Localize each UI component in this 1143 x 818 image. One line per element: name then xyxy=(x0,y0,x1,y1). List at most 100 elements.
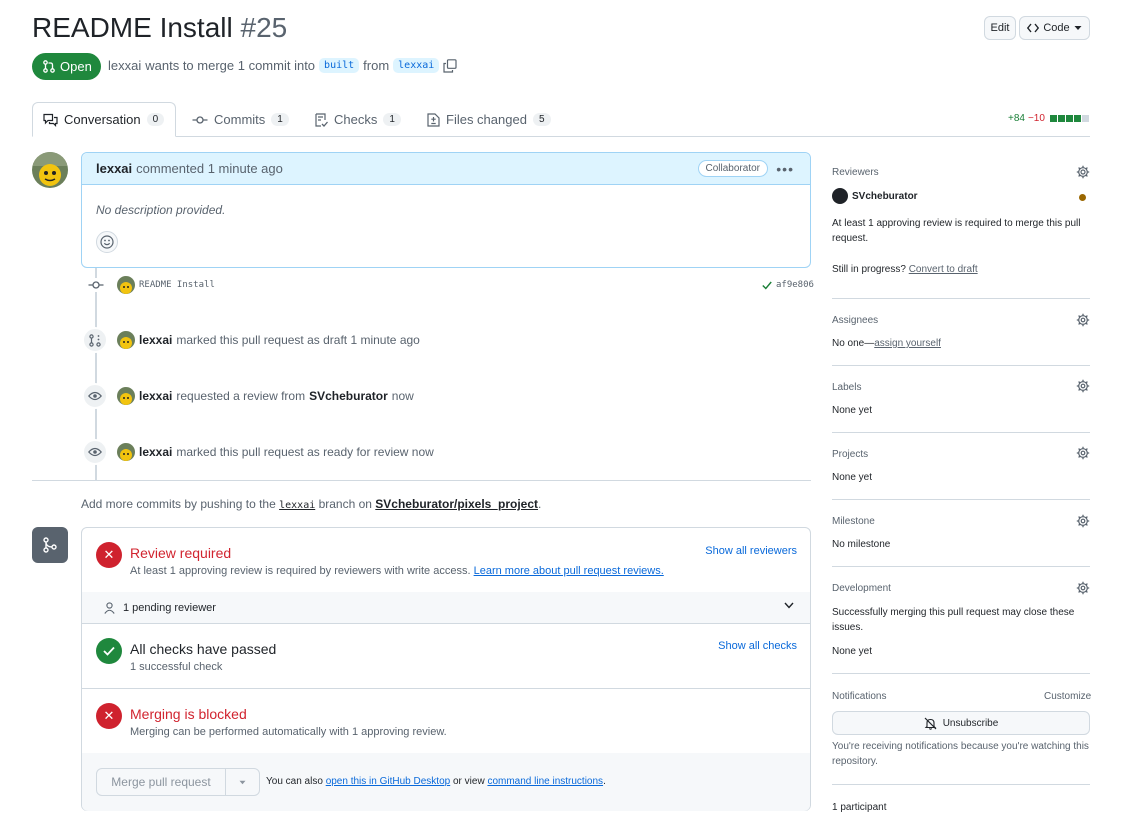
sidebar-divider xyxy=(832,566,1090,567)
tab-counter: 5 xyxy=(532,113,551,126)
assignees-value: No one—assign yourself xyxy=(832,336,941,351)
pending-review-dot-icon xyxy=(1079,194,1086,201)
event-text: marked this pull request as ready for re… xyxy=(176,445,434,459)
code-icon xyxy=(1027,23,1040,33)
unsubscribe-button[interactable]: Unsubscribe xyxy=(832,711,1090,735)
merge-box: ✕ Review required At least 1 approving r… xyxy=(81,527,811,811)
diffstat-deletions: −10 xyxy=(1027,113,1045,124)
event-target[interactable]: SVcheburator xyxy=(309,389,388,403)
learn-more-link[interactable]: Learn more about pull request reviews. xyxy=(474,565,664,577)
comment-timestamp[interactable]: commented 1 minute ago xyxy=(136,161,283,176)
labels-value: None yet xyxy=(832,405,873,416)
command-line-instructions-link[interactable]: command line instructions xyxy=(487,776,603,787)
merge-pull-request-button[interactable]: Merge pull request xyxy=(96,768,226,796)
merge-summary: lexxai wants to merge 1 commit into buil… xyxy=(108,58,457,73)
tab-commits[interactable]: Commits 1 xyxy=(182,102,299,137)
from-text: from xyxy=(363,58,390,73)
gear-icon[interactable] xyxy=(1076,313,1090,327)
code-button[interactable]: Code xyxy=(1019,16,1090,40)
chevron-down-icon[interactable] xyxy=(784,602,794,609)
comment-body: No description provided. xyxy=(96,203,226,217)
development-heading: Development xyxy=(832,583,891,594)
push-hint-branch[interactable]: lexxai xyxy=(279,500,315,511)
tab-counter: 1 xyxy=(383,113,401,126)
tab-files-changed[interactable]: Files changed 5 xyxy=(417,102,561,137)
convert-to-draft-link[interactable]: Convert to draft xyxy=(909,264,978,275)
gear-icon[interactable] xyxy=(1076,514,1090,528)
avatar[interactable] xyxy=(32,152,68,188)
check-icon[interactable] xyxy=(762,281,772,290)
repo-link[interactable]: SVcheburator/pixels_project xyxy=(375,497,538,511)
development-note: Successfully merging this pull request m… xyxy=(832,607,1075,633)
code-button-label: Code xyxy=(1043,22,1070,34)
comment-box: lexxai commented 1 minute ago Collaborat… xyxy=(81,152,811,268)
event-actor[interactable]: lexxai xyxy=(139,333,172,347)
event-text: marked this pull request as draft 1 minu… xyxy=(176,333,420,347)
state-badge-open: Open xyxy=(32,53,101,80)
pr-title: README Install xyxy=(32,12,233,43)
gear-icon[interactable] xyxy=(1076,446,1090,460)
comment-author[interactable]: lexxai xyxy=(96,161,132,176)
git-commit-icon xyxy=(88,278,104,292)
timeline-event: lexxai marked this pull request as ready… xyxy=(117,443,434,461)
diffstat: +84 −10 xyxy=(1008,113,1089,124)
draft-hint: Still in progress? Convert to draft xyxy=(832,262,978,277)
tab-conversation[interactable]: Conversation 0 xyxy=(32,102,176,137)
show-all-reviewers-button[interactable]: Show all reviewers xyxy=(705,545,797,557)
eye-icon xyxy=(82,383,108,409)
avatar xyxy=(832,188,848,204)
event-actor[interactable]: lexxai xyxy=(139,389,172,403)
add-reaction-button[interactable] xyxy=(96,231,118,253)
tab-checks[interactable]: Checks 1 xyxy=(304,102,411,137)
checklist-icon xyxy=(314,112,328,127)
diffstat-bar xyxy=(1049,115,1089,122)
event-actor[interactable]: lexxai xyxy=(139,445,172,459)
smiley-icon xyxy=(100,235,114,249)
sidebar-divider xyxy=(832,298,1090,299)
gear-icon[interactable] xyxy=(1076,379,1090,393)
avatar[interactable] xyxy=(117,387,135,405)
pr-author-link[interactable]: lexxai xyxy=(108,58,141,73)
gear-icon[interactable] xyxy=(1076,581,1090,595)
open-in-desktop-link[interactable]: open this in GitHub Desktop xyxy=(326,776,451,787)
assignees-heading: Assignees xyxy=(832,315,879,326)
assign-yourself-link[interactable]: assign yourself xyxy=(874,338,941,349)
merge-box-divider xyxy=(82,688,810,689)
show-all-checks-button[interactable]: Show all checks xyxy=(718,640,797,652)
sidebar-divider xyxy=(832,673,1090,674)
event-time[interactable]: now xyxy=(392,389,414,403)
unsubscribe-label: Unsubscribe xyxy=(942,717,999,729)
customize-link[interactable]: Customize xyxy=(1044,691,1091,702)
caret-down-icon xyxy=(239,780,246,785)
check-circle-icon xyxy=(96,638,122,664)
state-label: Open xyxy=(60,59,92,74)
copy-icon[interactable] xyxy=(443,58,457,73)
commit-message-link[interactable]: README Install xyxy=(139,280,215,290)
gear-icon[interactable] xyxy=(1076,165,1090,179)
commit-author-avatar[interactable] xyxy=(117,276,135,297)
kebab-horizontal-icon[interactable]: ••• xyxy=(776,161,794,177)
base-branch[interactable]: built xyxy=(319,58,360,73)
edit-button[interactable]: Edit xyxy=(984,16,1016,40)
notifications-heading: Notifications xyxy=(832,691,887,702)
sidebar-divider xyxy=(832,365,1090,366)
pr-number: #25 xyxy=(240,12,288,43)
head-branch[interactable]: lexxai xyxy=(393,58,440,73)
push-hint-prefix: Add more commits by pushing to the xyxy=(81,497,276,511)
tab-label: Conversation xyxy=(64,112,141,127)
sidebar-divider xyxy=(832,784,1090,785)
tab-counter: 0 xyxy=(146,113,165,126)
merge-method-dropdown[interactable] xyxy=(225,768,260,796)
merge-footer: Merge pull request You can also open thi… xyxy=(82,753,810,811)
avatar[interactable] xyxy=(117,331,135,349)
git-pull-request-draft-icon xyxy=(82,327,108,353)
person-icon xyxy=(104,601,115,614)
git-merge-icon xyxy=(32,527,68,563)
pending-reviewers-row[interactable]: 1 pending reviewer xyxy=(82,592,810,623)
tab-counter: 1 xyxy=(271,113,289,126)
commit-sha-link[interactable]: af9e806 xyxy=(776,280,814,290)
reviewer-row[interactable]: SVcheburator xyxy=(832,188,918,204)
avatar[interactable] xyxy=(117,443,135,461)
push-hint: Add more commits by pushing to the lexxa… xyxy=(81,497,541,511)
review-desc-text: At least 1 approving review is required … xyxy=(130,565,471,577)
